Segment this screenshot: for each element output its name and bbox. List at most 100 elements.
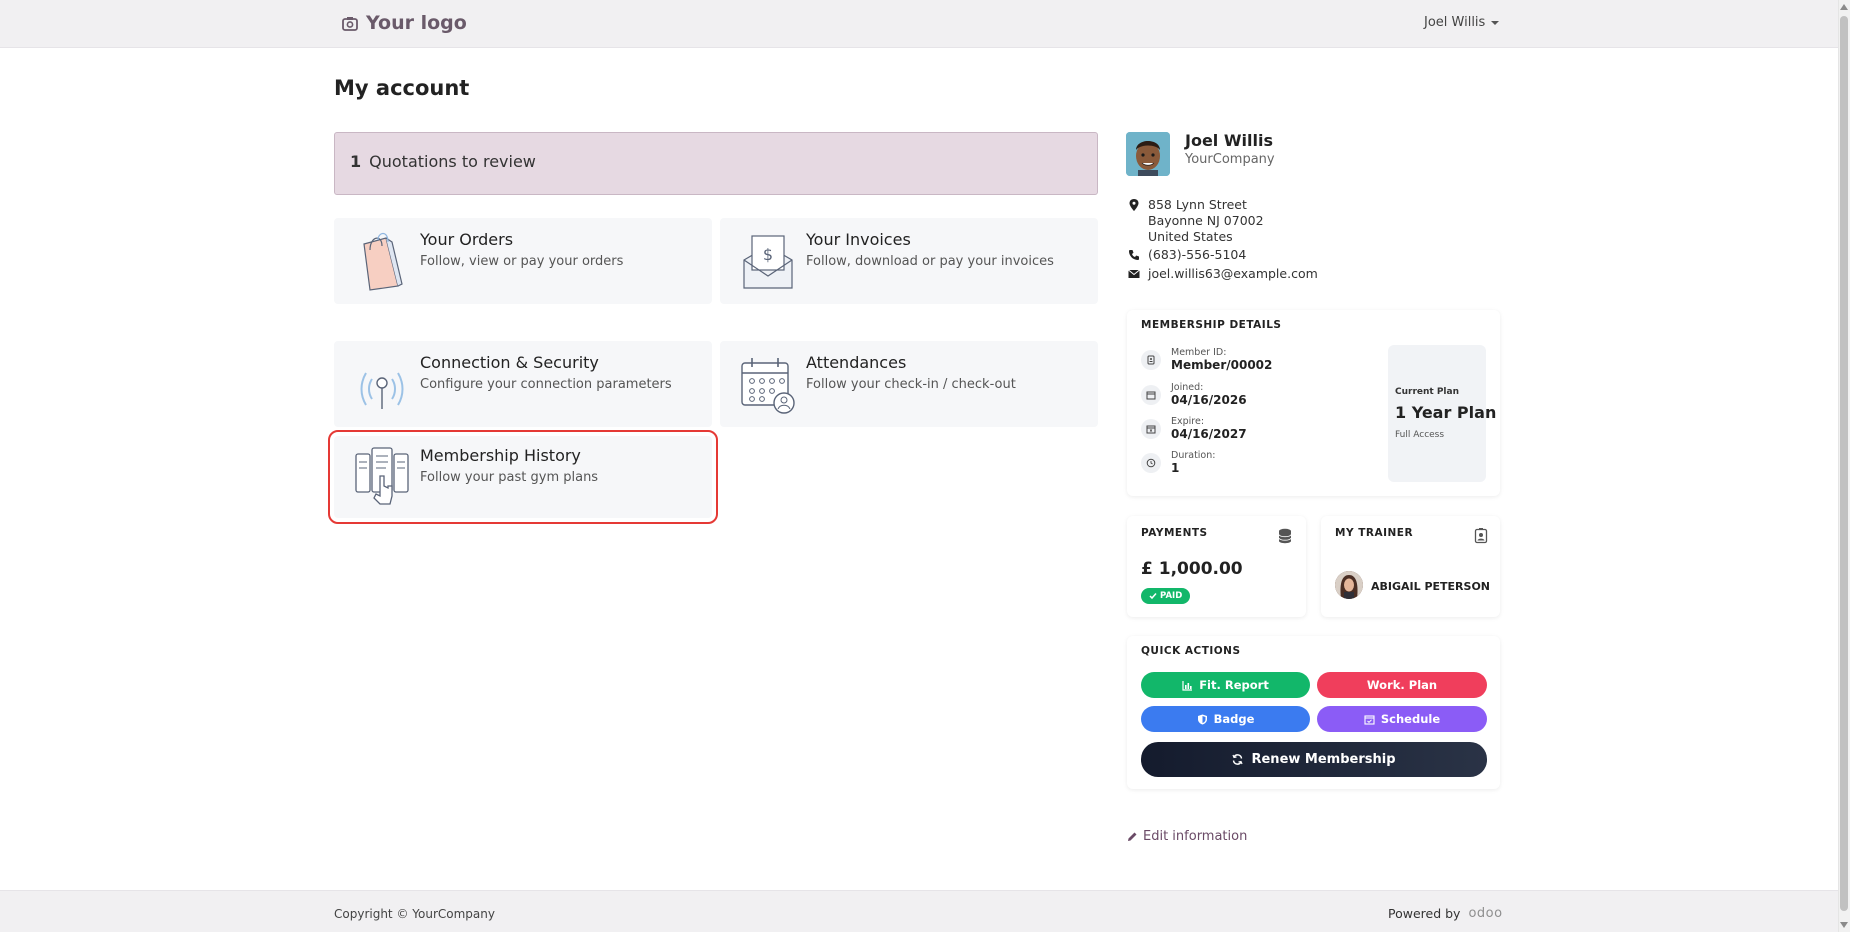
- page-title: My account: [334, 76, 470, 100]
- card-your-orders[interactable]: Your Orders Follow, view or pay your ord…: [334, 218, 712, 304]
- card-your-invoices[interactable]: $ Your Invoices Follow, download or pay …: [720, 218, 1098, 304]
- panel-title: QUICK ACTIONS: [1141, 645, 1241, 657]
- card-subtitle: Follow your past gym plans: [420, 470, 599, 485]
- address-line: 858 Lynn Street: [1148, 197, 1247, 212]
- check-icon: [1149, 593, 1157, 600]
- member-id-value: Member/00002: [1171, 358, 1273, 372]
- expire-row: Expire: 04/16/2027: [1141, 416, 1247, 441]
- trainer-name: ABIGAIL PETERSON: [1371, 580, 1491, 593]
- renew-membership-button[interactable]: Renew Membership: [1141, 742, 1487, 777]
- card-title: Your Orders: [420, 230, 514, 249]
- fit-report-button[interactable]: Fit. Report: [1141, 672, 1310, 698]
- bar-chart-icon: [1182, 680, 1193, 691]
- address: 858 Lynn Street Bayonne NJ 07002 United …: [1128, 197, 1264, 245]
- card-subtitle: Follow your check-in / check-out: [806, 377, 1016, 392]
- work-plan-button[interactable]: Work. Plan: [1317, 672, 1487, 698]
- chevron-down-icon: [1491, 20, 1500, 25]
- footer: Copyright © YourCompany Powered by odoo: [0, 890, 1838, 932]
- panel-title: MY TRAINER: [1335, 527, 1414, 539]
- odoo-logo: odoo: [1468, 906, 1503, 921]
- page-scrollbar[interactable]: [1838, 0, 1850, 932]
- badge-button[interactable]: Badge: [1141, 706, 1310, 732]
- invoice-envelope-icon: $: [743, 235, 793, 289]
- quick-actions-panel: QUICK ACTIONS Fit. Report Work. Plan Bad…: [1127, 636, 1500, 789]
- card-subtitle: Configure your connection parameters: [420, 377, 672, 392]
- status-text: PAID: [1160, 591, 1183, 601]
- status-badge: PAID: [1141, 588, 1191, 604]
- phone: (683)-556-5104: [1128, 247, 1246, 262]
- calendar-check-icon: [1364, 714, 1375, 725]
- id-badge-icon: [1474, 528, 1488, 544]
- quotation-count: 1: [350, 152, 362, 171]
- duration-value: 1: [1171, 461, 1180, 475]
- payments-panel: PAYMENTS £ 1,000.00 PAID: [1127, 516, 1306, 617]
- joined-label: Joined:: [1171, 382, 1204, 393]
- button-label: Schedule: [1380, 712, 1441, 726]
- member-id-row: Member ID: Member/00002: [1141, 347, 1272, 372]
- phone-icon: [1129, 250, 1139, 260]
- panel-title: PAYMENTS: [1141, 527, 1208, 539]
- scroll-up-icon[interactable]: [1840, 4, 1848, 10]
- card-title: Membership History: [420, 446, 581, 465]
- scroll-down-icon[interactable]: [1840, 922, 1848, 928]
- powered-by[interactable]: Powered by odoo: [1388, 906, 1503, 921]
- shield-icon: [1197, 714, 1207, 724]
- joined-row: Joined: 04/16/2026: [1141, 382, 1247, 407]
- camera-icon: [342, 16, 358, 31]
- trainer-panel: MY TRAINER ABIGAIL PETERSON: [1321, 516, 1500, 617]
- email: joel.willis63@example.com: [1128, 266, 1318, 281]
- map-marker-icon: [1129, 199, 1139, 211]
- card-membership-history[interactable]: Membership History Follow your past gym …: [328, 430, 718, 524]
- card-connection-security[interactable]: Connection & Security Configure your con…: [334, 341, 712, 427]
- quotations-alert[interactable]: 1 Quotations to review: [334, 132, 1098, 195]
- top-navbar: Your logo Joel Willis: [0, 0, 1838, 48]
- avatar: [1126, 132, 1170, 176]
- current-plan-access: Full Access: [1395, 430, 1445, 440]
- button-label: Work. Plan: [1366, 678, 1438, 692]
- calendar-icon: [1141, 384, 1161, 405]
- button-label: Fit. Report: [1199, 678, 1269, 692]
- edit-information-link[interactable]: Edit information: [1127, 829, 1247, 844]
- duration-row: Duration: 1: [1141, 450, 1215, 475]
- user-name: Joel Willis: [1424, 15, 1486, 30]
- document-hand-icon: [355, 447, 409, 505]
- card-subtitle: Follow, download or pay your invoices: [806, 254, 1054, 269]
- clock-icon: [1141, 452, 1161, 473]
- copyright: Copyright © YourCompany: [334, 907, 495, 921]
- card-subtitle: Follow, view or pay your orders: [420, 254, 624, 269]
- panel-title: MEMBERSHIP DETAILS: [1141, 319, 1282, 331]
- profile-name: Joel Willis: [1185, 131, 1273, 150]
- logo-text: Your logo: [366, 12, 467, 34]
- svg-text:$: $: [763, 245, 773, 264]
- antenna-icon: [360, 372, 404, 409]
- card-title: Attendances: [806, 353, 907, 372]
- address-line: United States: [1148, 229, 1233, 244]
- user-menu-dropdown[interactable]: Joel Willis: [1424, 15, 1500, 30]
- trainer-avatar: [1335, 571, 1363, 599]
- profile-company: YourCompany: [1185, 152, 1275, 167]
- edit-information-label: Edit information: [1143, 829, 1248, 844]
- calendar-x-icon: [1141, 418, 1161, 439]
- payment-amount: £ 1,000.00: [1141, 559, 1243, 579]
- scroll-thumb[interactable]: [1840, 16, 1848, 911]
- current-plan-name: 1 Year Plan: [1395, 403, 1497, 422]
- member-id-label: Member ID:: [1171, 347, 1227, 358]
- button-label: Renew Membership: [1251, 752, 1396, 767]
- card-title: Your Invoices: [806, 230, 911, 249]
- expire-label: Expire:: [1171, 416, 1205, 427]
- current-plan-box: Current Plan 1 Year Plan Full Access: [1388, 345, 1496, 482]
- expire-value: 04/16/2027: [1171, 427, 1247, 441]
- schedule-button[interactable]: Schedule: [1317, 706, 1487, 732]
- logo[interactable]: Your logo: [342, 12, 467, 34]
- card-title: Connection & Security: [420, 353, 599, 372]
- database-icon: [1278, 528, 1292, 544]
- membership-details-panel: MEMBERSHIP DETAILS Member ID: Member/0000…: [1127, 310, 1500, 496]
- email-address[interactable]: joel.willis63@example.com: [1148, 266, 1318, 281]
- duration-label: Duration:: [1171, 450, 1216, 461]
- calendar-person-icon: [741, 358, 795, 414]
- joined-value: 04/16/2026: [1171, 393, 1247, 407]
- card-attendances[interactable]: Attendances Follow your check-in / check…: [720, 341, 1098, 427]
- address-line: Bayonne NJ 07002: [1148, 213, 1264, 228]
- refresh-icon: [1232, 754, 1244, 765]
- pencil-icon: [1128, 832, 1137, 841]
